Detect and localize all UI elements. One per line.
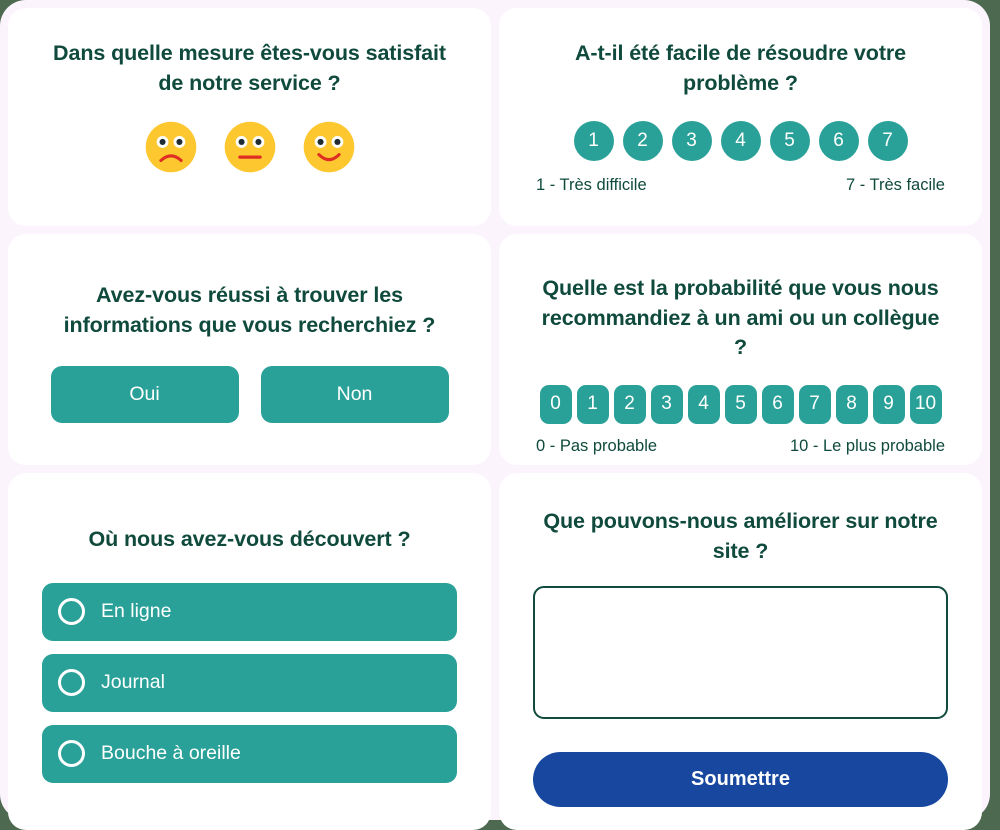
question-card-satisfaction: Dans quelle mesure êtes-vous satisfait d… (8, 8, 491, 226)
effort-scale-option-1[interactable]: 1 (573, 121, 614, 162)
improve-textarea[interactable] (533, 586, 948, 720)
found-info-no-button[interactable]: Non (260, 366, 449, 424)
nps-scale-option-2[interactable]: 2 (613, 384, 646, 424)
source-option-label: En ligne (101, 600, 172, 623)
radio-button-icon (58, 598, 85, 626)
found-info-answer-group: Oui Non (42, 366, 457, 424)
effort-scale-option-2[interactable]: 2 (622, 121, 663, 162)
question-card-nps: Quelle est la probabilité que vous nous … (499, 234, 982, 465)
effort-scale-option-6[interactable]: 6 (818, 121, 859, 162)
improve-question-title: Que pouvons-nous améliorer sur notre sit… (543, 509, 938, 563)
radio-button-icon (58, 740, 85, 768)
nps-scale-option-10[interactable]: 10 (909, 384, 942, 424)
source-option-label: Bouche à oreille (101, 742, 241, 765)
satisfaction-emoji-group (42, 120, 457, 174)
source-question-title: Où nous avez-vous découvert ? (88, 527, 411, 551)
question-card-source: Où nous avez-vous découvert ? En ligne J… (8, 473, 491, 830)
nps-legend-low: 0 - Pas probable (536, 436, 658, 455)
effort-scale-option-4[interactable]: 4 (720, 121, 761, 162)
nps-scale-option-7[interactable]: 7 (798, 384, 831, 424)
effort-legend-high: 7 - Très facile (845, 176, 945, 195)
question-card-found-info: Avez-vous réussi à trouver les informati… (8, 234, 491, 465)
effort-scale-option-7[interactable]: 7 (867, 121, 908, 162)
nps-legend-high: 10 - Le plus probable (789, 436, 945, 455)
found-info-question-title: Avez-vous réussi à trouver les informati… (63, 283, 436, 337)
source-option-bouche-a-oreille[interactable]: Bouche à oreille (42, 724, 457, 783)
nps-legend: 0 - Pas probable 10 - Le plus probable (533, 437, 948, 456)
nps-scale-option-9[interactable]: 9 (872, 384, 905, 424)
effort-scale-option-3[interactable]: 3 (671, 121, 712, 162)
nps-scale-option-1[interactable]: 1 (576, 384, 609, 424)
found-info-yes-button[interactable]: Oui (50, 366, 239, 424)
nps-scale-option-8[interactable]: 8 (835, 384, 868, 424)
nps-scale-option-4[interactable]: 4 (687, 384, 720, 424)
nps-scale-option-3[interactable]: 3 (650, 384, 683, 424)
radio-button-icon (58, 669, 85, 697)
nps-scale-option-6[interactable]: 6 (761, 384, 794, 424)
effort-scale-group: 1 2 3 4 5 6 7 (533, 121, 948, 162)
nps-scale-option-5[interactable]: 5 (724, 384, 757, 424)
neutral-face-icon[interactable] (223, 120, 277, 174)
effort-legend: 1 - Très difficile 7 - Très facile (533, 176, 948, 195)
effort-scale-option-5[interactable]: 5 (769, 121, 810, 162)
effort-legend-low: 1 - Très difficile (536, 176, 647, 195)
source-option-journal[interactable]: Journal (42, 653, 457, 712)
nps-question-title: Quelle est la probabilité que vous nous … (541, 276, 940, 360)
survey-form: Dans quelle mesure êtes-vous satisfait d… (0, 0, 990, 830)
frowning-face-icon[interactable] (144, 120, 198, 174)
smiling-face-icon[interactable] (302, 120, 356, 174)
nps-scale-group: 0 1 2 3 4 5 6 7 8 9 10 (533, 384, 948, 424)
source-option-group: En ligne Journal Bouche à oreille (42, 582, 457, 783)
submit-button[interactable]: Soumettre (533, 752, 948, 808)
question-card-improve: Que pouvons-nous améliorer sur notre sit… (499, 473, 982, 830)
effort-question-title: A-t-il été facile de résoudre votre prob… (574, 41, 907, 95)
nps-scale-option-0[interactable]: 0 (539, 384, 572, 424)
satisfaction-question-title: Dans quelle mesure êtes-vous satisfait d… (53, 41, 446, 95)
source-option-en-ligne[interactable]: En ligne (42, 582, 457, 641)
question-card-effort: A-t-il été facile de résoudre votre prob… (499, 8, 982, 226)
source-option-label: Journal (101, 671, 165, 694)
